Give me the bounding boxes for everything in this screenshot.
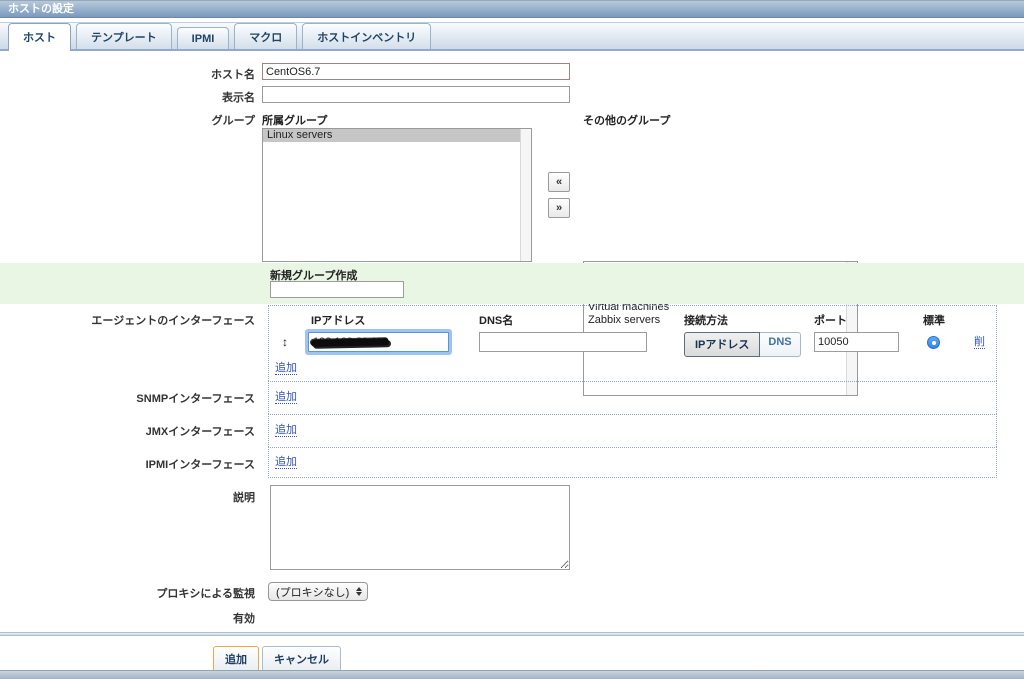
col-connect-to: 接続方法	[684, 315, 728, 327]
cancel-button[interactable]: キャンセル	[262, 646, 341, 672]
snmp-interfaces-label: SNMPインターフェース	[136, 393, 255, 405]
col-default: 標準	[923, 315, 945, 327]
jmx-interfaces-label: JMXインターフェース	[145, 426, 255, 438]
move-to-in-groups-button[interactable]: «	[548, 172, 570, 192]
proxy-label: プロキシによる監視	[156, 588, 255, 600]
col-ip-address: IPアドレス	[311, 315, 366, 327]
tab-host-inventory[interactable]: ホストインベントリ	[302, 23, 432, 49]
window-titlebar: ホストの設定	[0, 0, 1024, 18]
snmp-add-link[interactable]: 追加	[275, 391, 297, 404]
move-to-other-groups-button[interactable]: »	[548, 198, 570, 218]
agent-add-link[interactable]: 追加	[275, 362, 297, 375]
ipmi-interface-section: 追加	[268, 447, 997, 478]
description-textarea[interactable]	[270, 485, 570, 570]
tab-host[interactable]: ホスト	[8, 23, 71, 51]
other-groups-header: その他のグループ	[583, 115, 671, 127]
tab-templates[interactable]: テンプレート	[76, 23, 172, 49]
new-group-input[interactable]	[270, 281, 404, 298]
listbox-scrollbar[interactable]	[520, 129, 531, 261]
host-configuration-page: ホストの設定 ホスト テンプレート IPMI マクロ ホストインベントリ ホスト…	[0, 0, 1024, 679]
snmp-interface-section: 追加	[268, 381, 997, 414]
ip-address-input[interactable]: 192.168.21.112	[308, 332, 449, 352]
enabled-label: 有効	[233, 613, 255, 625]
new-group-band	[0, 263, 1024, 304]
dns-name-input[interactable]	[479, 332, 647, 352]
visible-name-input[interactable]	[262, 86, 570, 103]
remove-interface-link[interactable]: 削	[974, 336, 985, 349]
proxy-selected-value: (プロキシなし)	[276, 586, 350, 599]
tab-macros[interactable]: マクロ	[234, 23, 298, 49]
ipmi-add-link[interactable]: 追加	[275, 456, 297, 469]
in-groups-listbox[interactable]: Linux servers	[262, 128, 532, 262]
page-title: ホストの設定	[8, 3, 74, 15]
select-stepper-icon	[356, 587, 363, 596]
agent-interfaces-label: エージェントのインターフェース	[91, 315, 255, 327]
bottom-statusbar	[0, 670, 1024, 679]
drag-handle-icon[interactable]: ↕	[282, 335, 288, 349]
interfaces-box: IPアドレス DNS名 接続方法 ポート 標準 ↕ 192.168.21.112…	[268, 305, 997, 478]
jmx-add-link[interactable]: 追加	[275, 424, 297, 437]
agent-interface-section: IPアドレス DNS名 接続方法 ポート 標準 ↕ 192.168.21.112…	[268, 305, 997, 381]
connect-to-toggle: IPアドレス DNS	[684, 332, 801, 357]
description-label: 説明	[233, 492, 255, 504]
add-button[interactable]: 追加	[213, 646, 259, 672]
tab-ipmi[interactable]: IPMI	[176, 27, 230, 49]
in-groups-header: 所属グループ	[262, 115, 328, 127]
proxy-select[interactable]: (プロキシなし)	[268, 582, 369, 601]
host-name-input[interactable]	[262, 63, 570, 80]
port-input[interactable]	[814, 332, 899, 352]
jmx-interface-section: 追加	[268, 414, 997, 447]
redacted-ip-value: 192.168.21.112	[310, 336, 389, 348]
groups-label: グループ	[211, 115, 255, 127]
tab-bar: ホスト テンプレート IPMI マクロ ホストインベントリ	[0, 22, 1024, 51]
connect-via-dns-button[interactable]: DNS	[760, 332, 801, 357]
footer-divider	[0, 632, 1024, 636]
default-interface-radio[interactable]	[927, 336, 940, 349]
col-port: ポート	[814, 315, 847, 327]
list-item[interactable]: Linux servers	[263, 129, 520, 142]
host-name-label: ホスト名	[211, 69, 255, 81]
ipmi-interfaces-label: IPMIインターフェース	[145, 459, 255, 471]
connect-via-ip-button[interactable]: IPアドレス	[684, 332, 761, 357]
visible-name-label: 表示名	[222, 92, 255, 104]
col-dns-name: DNS名	[479, 315, 514, 327]
